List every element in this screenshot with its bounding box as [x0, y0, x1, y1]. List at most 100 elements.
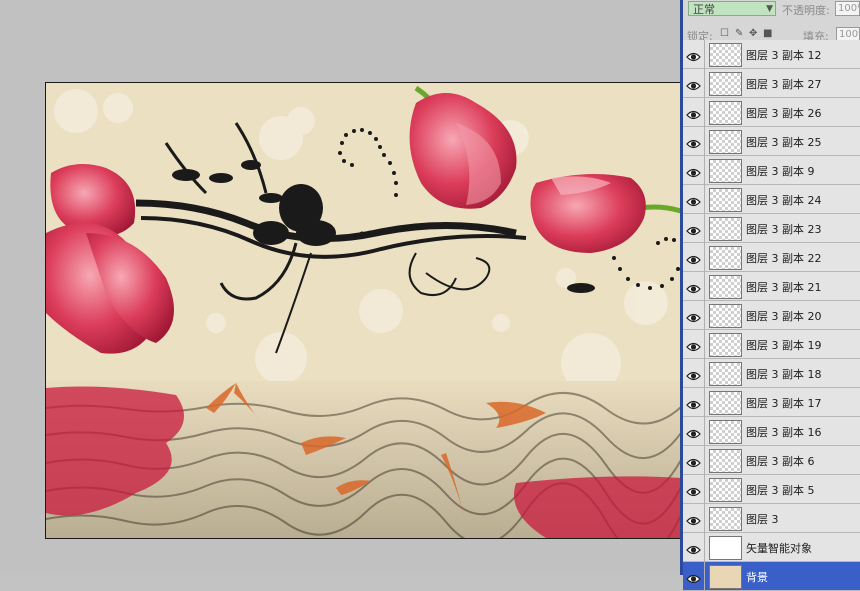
row-divider	[704, 504, 705, 533]
layer-thumbnail[interactable]	[709, 72, 742, 96]
layer-thumbnail[interactable]	[709, 536, 742, 560]
row-divider	[704, 359, 705, 388]
layer-thumbnail[interactable]	[709, 565, 742, 589]
eye-visibility-icon[interactable]	[686, 77, 701, 91]
layer-name[interactable]: 图层 3 副本 20	[746, 308, 822, 324]
layer-name[interactable]: 背景	[746, 569, 768, 585]
layer-row[interactable]: 背景	[683, 562, 860, 591]
layer-row[interactable]: 图层 3 副本 5	[683, 475, 860, 504]
layer-name[interactable]: 图层 3 副本 6	[746, 453, 815, 469]
layer-row[interactable]: 图层 3 副本 25	[683, 127, 860, 156]
layers-panel: 正常 ▼ 不透明度: 100% 锁定: ☐ ✎ ✥ ■ 填充: 100% 图层 …	[680, 0, 860, 591]
layer-thumbnail[interactable]	[709, 246, 742, 270]
chevron-down-icon: ▼	[766, 4, 773, 14]
layer-thumbnail[interactable]	[709, 275, 742, 299]
layer-thumbnail[interactable]	[709, 217, 742, 241]
layer-row[interactable]: 图层 3 副本 20	[683, 301, 860, 330]
layer-name[interactable]: 矢量智能对象	[746, 540, 812, 556]
row-divider	[704, 330, 705, 359]
eye-visibility-icon[interactable]	[686, 454, 701, 468]
opacity-field[interactable]: 100%	[835, 1, 860, 16]
layer-thumbnail[interactable]	[709, 362, 742, 386]
layer-name[interactable]: 图层 3 副本 22	[746, 250, 822, 266]
eye-visibility-icon[interactable]	[686, 164, 701, 178]
blend-mode-value: 正常	[693, 3, 715, 16]
layer-row[interactable]: 图层 3 副本 18	[683, 359, 860, 388]
eye-visibility-icon[interactable]	[686, 541, 701, 555]
layer-thumbnail[interactable]	[709, 130, 742, 154]
eye-visibility-icon[interactable]	[686, 338, 701, 352]
eye-visibility-icon[interactable]	[686, 251, 701, 265]
layer-name[interactable]: 图层 3 副本 17	[746, 395, 822, 411]
eye-visibility-icon[interactable]	[686, 280, 701, 294]
row-divider	[704, 562, 705, 591]
canvas-artwork	[46, 83, 681, 538]
layer-row[interactable]: 图层 3 副本 22	[683, 243, 860, 272]
eye-visibility-icon[interactable]	[686, 309, 701, 323]
layer-name[interactable]: 图层 3 副本 5	[746, 482, 815, 498]
eye-visibility-icon[interactable]	[686, 367, 701, 381]
document-canvas[interactable]	[45, 82, 681, 539]
layer-row[interactable]: 图层 3 副本 26	[683, 98, 860, 127]
layer-name[interactable]: 图层 3 副本 12	[746, 47, 822, 63]
layer-row[interactable]: 图层 3 副本 21	[683, 272, 860, 301]
layer-name[interactable]: 图层 3	[746, 511, 779, 527]
layer-row[interactable]: 图层 3 副本 27	[683, 69, 860, 98]
layer-thumbnail[interactable]	[709, 478, 742, 502]
eye-visibility-icon[interactable]	[686, 193, 701, 207]
layer-thumbnail[interactable]	[709, 420, 742, 444]
layer-row[interactable]: 图层 3 副本 24	[683, 185, 860, 214]
eye-visibility-icon[interactable]	[686, 48, 701, 62]
layer-thumbnail[interactable]	[709, 507, 742, 531]
layer-thumbnail[interactable]	[709, 333, 742, 357]
row-divider	[704, 475, 705, 504]
row-divider	[704, 40, 705, 69]
layer-name[interactable]: 图层 3 副本 27	[746, 76, 822, 92]
layer-row[interactable]: 图层 3 副本 23	[683, 214, 860, 243]
layer-row[interactable]: 图层 3 副本 16	[683, 417, 860, 446]
layer-thumbnail[interactable]	[709, 391, 742, 415]
eye-visibility-icon[interactable]	[686, 135, 701, 149]
layer-thumbnail[interactable]	[709, 449, 742, 473]
eye-visibility-icon[interactable]	[686, 222, 701, 236]
layer-row[interactable]: 矢量智能对象	[683, 533, 860, 562]
eye-visibility-icon[interactable]	[686, 425, 701, 439]
blend-mode-select[interactable]: 正常 ▼	[688, 1, 776, 16]
row-divider	[704, 127, 705, 156]
layer-name[interactable]: 图层 3 副本 16	[746, 424, 822, 440]
layer-row[interactable]: 图层 3 副本 17	[683, 388, 860, 417]
opacity-label: 不透明度:	[782, 4, 830, 17]
layer-thumbnail[interactable]	[709, 304, 742, 328]
layer-thumbnail[interactable]	[709, 101, 742, 125]
layer-name[interactable]: 图层 3 副本 23	[746, 221, 822, 237]
lock-paint-icon[interactable]: ✎	[735, 29, 745, 39]
layer-thumbnail[interactable]	[709, 43, 742, 67]
layer-row[interactable]: 图层 3 副本 19	[683, 330, 860, 359]
layer-name[interactable]: 图层 3 副本 21	[746, 279, 822, 295]
row-divider	[704, 417, 705, 446]
layer-row[interactable]: 图层 3 副本 12	[683, 40, 860, 69]
layer-name[interactable]: 图层 3 副本 19	[746, 337, 822, 353]
eye-visibility-icon[interactable]	[686, 512, 701, 526]
layer-name[interactable]: 图层 3 副本 24	[746, 192, 822, 208]
layer-thumbnail[interactable]	[709, 159, 742, 183]
layer-name[interactable]: 图层 3 副本 9	[746, 163, 815, 179]
row-divider	[704, 388, 705, 417]
layer-name[interactable]: 图层 3 副本 26	[746, 105, 822, 121]
lock-move-icon[interactable]: ✥	[749, 29, 759, 39]
lock-all-icon[interactable]: ■	[763, 29, 773, 39]
layer-name[interactable]: 图层 3 副本 18	[746, 366, 822, 382]
lock-transparent-icon[interactable]: ☐	[720, 29, 730, 39]
eye-visibility-icon[interactable]	[686, 396, 701, 410]
row-divider	[704, 156, 705, 185]
eye-visibility-icon[interactable]	[686, 106, 701, 120]
layer-name[interactable]: 图层 3 副本 25	[746, 134, 822, 150]
eye-visibility-icon[interactable]	[686, 570, 701, 584]
layer-thumbnail[interactable]	[709, 188, 742, 212]
row-divider	[704, 301, 705, 330]
layer-row[interactable]: 图层 3	[683, 504, 860, 533]
layer-row[interactable]: 图层 3 副本 6	[683, 446, 860, 475]
eye-visibility-icon[interactable]	[686, 483, 701, 497]
layer-row[interactable]: 图层 3 副本 9	[683, 156, 860, 185]
row-divider	[704, 272, 705, 301]
